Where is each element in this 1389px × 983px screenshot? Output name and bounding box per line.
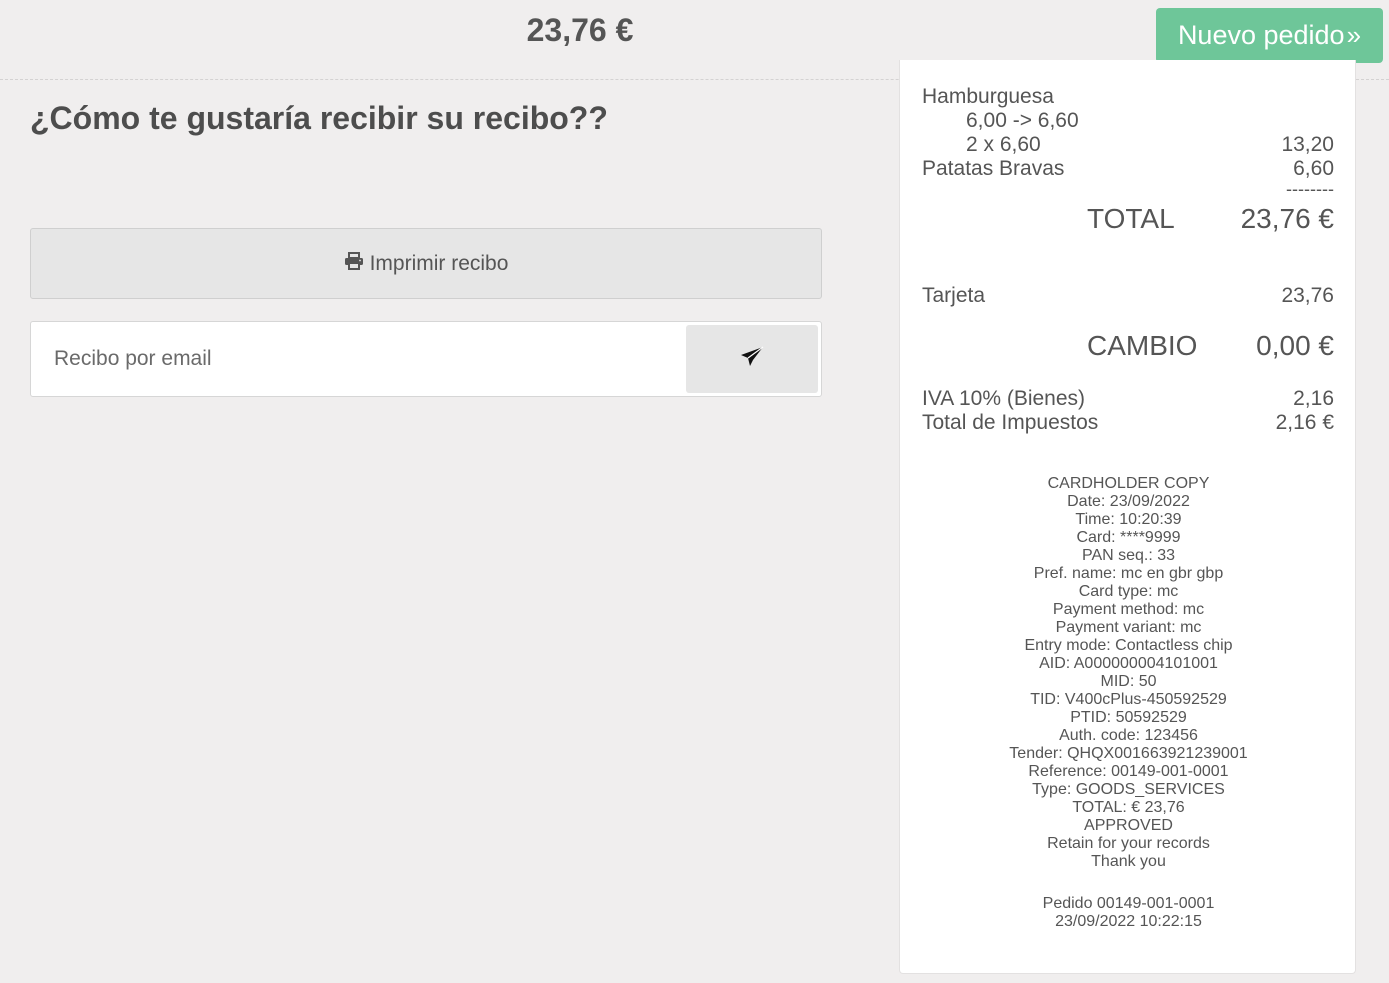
payment-value: 23,76 <box>1281 284 1334 307</box>
receipt-item: 2 x 6,60 13,20 <box>922 133 1334 157</box>
print-receipt-label: Imprimir recibo <box>369 251 509 275</box>
item-name: Hamburguesa <box>922 85 1054 108</box>
email-receipt-group <box>30 321 822 397</box>
card-copy-line: Type: GOODS_SERVICES <box>1032 781 1225 798</box>
change-label: CAMBIO <box>1087 330 1198 361</box>
paper-plane-icon <box>740 346 764 373</box>
item-name: Patatas Bravas <box>922 157 1065 180</box>
card-copy-line: MID: 50 <box>1100 673 1157 690</box>
card-copy-line: Reference: 00149-001-0001 <box>1028 763 1229 780</box>
card-copy-line: Time: 10:20:39 <box>1075 511 1182 528</box>
card-copy-line: Card: ****9999 <box>1076 529 1181 546</box>
receipt-item: 6,00 -> 6,60 <box>922 109 1334 133</box>
card-copy-line: PTID: 50592529 <box>1070 709 1187 726</box>
card-copy-line: Pref. name: mc en gbr gbp <box>1033 565 1224 582</box>
card-copy-line: Payment variant: mc <box>1055 619 1202 636</box>
order-number: Pedido 00149-001-0001 <box>1042 895 1215 912</box>
item-name: 2 x 6,60 <box>966 133 1041 156</box>
card-copy-line: Auth. code: 123456 <box>1059 727 1198 744</box>
order-footer: Pedido 00149-001-0001 23/09/2022 10:22:1… <box>900 895 1355 931</box>
receipt-preview: Hamburguesa 6,00 -> 6,60 2 x 6,60 13,20 … <box>899 60 1356 974</box>
card-copy-line: Tender: QHQX001663921239001 <box>1009 745 1248 762</box>
item-amount: 6,60 <box>1293 157 1334 180</box>
card-copy-line: Date: 23/09/2022 <box>1067 493 1190 510</box>
tax-row: IVA 10% (Bienes) 2,16 <box>922 387 1334 411</box>
payment-row: Tarjeta 23,76 <box>922 284 1334 308</box>
order-datetime: 23/09/2022 10:22:15 <box>1055 913 1202 930</box>
order-total: 23,76 € <box>526 12 634 48</box>
card-copy-line: CARDHOLDER COPY <box>1047 475 1210 492</box>
separator-text: -------- <box>1286 179 1334 199</box>
tax-total-label: Total de Impuestos <box>922 411 1099 434</box>
item-amount: 13,20 <box>1281 133 1334 156</box>
send-email-button[interactable] <box>686 325 818 393</box>
card-copy-line: Retain for your records <box>1047 835 1210 852</box>
receipt-question: ¿Cómo te gustaría recibir su recibo?? <box>30 100 608 136</box>
card-copy-line: PAN seq.: 33 <box>1081 547 1176 564</box>
card-copy-line: Thank you <box>1091 853 1166 870</box>
card-copy-line: Payment method: mc <box>1052 601 1205 618</box>
card-copy-line: TOTAL: € 23,76 <box>1072 799 1185 816</box>
tax-total-row: Total de Impuestos 2,16 € <box>922 411 1334 435</box>
tax-label: IVA 10% (Bienes) <box>922 387 1086 410</box>
receipt-item: Patatas Bravas 6,60 <box>922 157 1334 181</box>
tax-total-value: 2,16 € <box>1275 411 1334 434</box>
cardholder-copy: CARDHOLDER COPY Date: 23/09/2022 Time: 1… <box>900 475 1355 871</box>
card-copy-line: Card type: mc <box>1078 583 1179 600</box>
change-value: 0,00 € <box>1256 330 1334 361</box>
new-order-button[interactable]: Nuevo pedido» <box>1156 8 1383 63</box>
card-copy-line: APPROVED <box>1084 817 1173 834</box>
card-copy-line: Entry mode: Contactless chip <box>1024 637 1233 654</box>
print-receipt-button[interactable]: Imprimir recibo <box>30 228 822 299</box>
card-copy-line: TID: V400cPlus-450592529 <box>1030 691 1227 708</box>
tax-value: 2,16 <box>1293 387 1334 410</box>
printer-icon <box>344 251 364 276</box>
total-value: 23,76 € <box>1240 203 1334 234</box>
item-name: 6,00 -> 6,60 <box>966 109 1079 132</box>
receipt-item: Hamburguesa <box>922 85 1334 109</box>
double-chevron-right-icon: » <box>1346 20 1362 50</box>
payment-label: Tarjeta <box>922 284 986 307</box>
card-copy-line: AID: A000000004101001 <box>1039 655 1218 672</box>
total-label: TOTAL <box>1087 203 1175 234</box>
new-order-label: Nuevo pedido <box>1177 20 1345 50</box>
email-input[interactable] <box>32 323 682 395</box>
